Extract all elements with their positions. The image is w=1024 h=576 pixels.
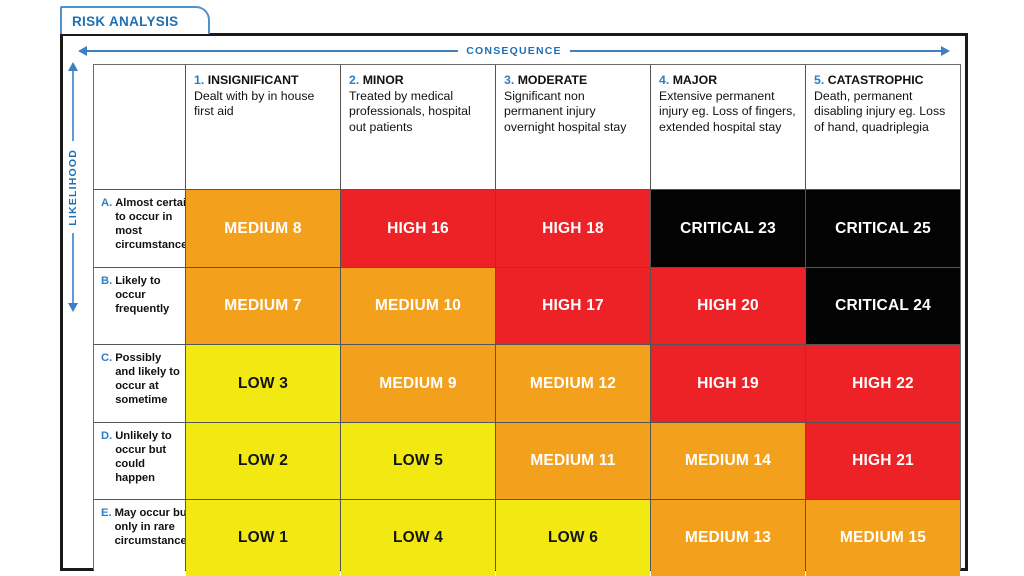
row-header-letter: A.: [101, 197, 113, 209]
column-header-title: MAJOR: [672, 73, 718, 87]
risk-cell[interactable]: MEDIUM 9: [341, 345, 495, 422]
column-header-number: 3.: [504, 73, 515, 87]
row-header-d: D. Unlikely to occur but could happen: [94, 423, 185, 499]
risk-analysis-tab-label: RISK ANALYSIS: [72, 13, 179, 29]
column-header-title: MODERATE: [517, 73, 588, 87]
risk-cell[interactable]: LOW 1: [186, 500, 340, 576]
risk-cell[interactable]: MEDIUM 7: [186, 268, 340, 344]
row-header-c: C. Possibly and likely to occur at someti…: [94, 345, 185, 422]
risk-cell[interactable]: CRITICAL 24: [806, 268, 960, 344]
column-header-number: 4.: [659, 73, 670, 87]
column-header-5: 5. CATASTROPHIC Death, permanent disablin…: [806, 65, 960, 189]
arrow-right-icon: [941, 46, 950, 56]
risk-cell[interactable]: MEDIUM 13: [651, 500, 805, 576]
row-header-text: Unlikely to occur but could happen: [115, 430, 172, 484]
column-header-description: Treated by medical professionals, hospit…: [349, 88, 471, 134]
risk-cell[interactable]: MEDIUM 10: [341, 268, 495, 344]
risk-cell[interactable]: LOW 2: [186, 423, 340, 499]
consequence-axis: CONSEQUENCE: [78, 41, 950, 61]
column-header-2: 2. MINOR Treated by medical professionals…: [341, 65, 495, 189]
risk-cell[interactable]: LOW 6: [496, 500, 650, 576]
column-header-3: 3. MODERATE Significant non permanent inj…: [496, 65, 650, 189]
arrow-up-icon: [68, 62, 78, 71]
risk-cell[interactable]: HIGH 22: [806, 345, 960, 422]
column-header-title: CATASTROPHIC: [827, 73, 924, 87]
column-header-title: INSIGNIFICANT: [207, 73, 299, 87]
axis-line-left: [87, 50, 459, 52]
column-header-description: Death, permanent disabling injury eg. Lo…: [814, 88, 946, 134]
risk-cell[interactable]: HIGH 16: [341, 190, 495, 267]
likelihood-axis-label: LIKELIHOOD: [67, 148, 79, 226]
risk-cell[interactable]: LOW 3: [186, 345, 340, 422]
risk-cell[interactable]: MEDIUM 11: [496, 423, 650, 499]
risk-cell[interactable]: HIGH 19: [651, 345, 805, 422]
column-header-description: Extensive permanent injury eg. Loss of f…: [659, 88, 796, 134]
arrow-down-icon: [68, 303, 78, 312]
vaxis-line-top: [72, 71, 74, 141]
row-header-b: B. Likely to occur frequently: [94, 268, 185, 344]
row-header-letter: B.: [101, 275, 113, 287]
risk-cell[interactable]: LOW 5: [341, 423, 495, 499]
risk-analysis-tab[interactable]: RISK ANALYSIS: [60, 6, 210, 34]
column-header-title: MINOR: [362, 73, 404, 87]
row-header-text: Likely to occur frequently: [115, 275, 170, 315]
axis-line-right: [569, 50, 941, 52]
row-header-letter: C.: [101, 352, 113, 364]
risk-cell[interactable]: MEDIUM 14: [651, 423, 805, 499]
risk-cell[interactable]: CRITICAL 25: [806, 190, 960, 267]
row-header-text: Almost certain to occur in most circumst…: [115, 197, 185, 251]
column-header-1: 1. INSIGNIFICANT Dealt with by in house f…: [186, 65, 340, 189]
likelihood-axis: LIKELIHOOD: [62, 62, 84, 312]
risk-cell[interactable]: MEDIUM 15: [806, 500, 960, 576]
risk-matrix: 1. INSIGNIFICANT Dealt with by in house f…: [93, 64, 961, 576]
risk-cell[interactable]: CRITICAL 23: [651, 190, 805, 267]
risk-cell[interactable]: MEDIUM 8: [186, 190, 340, 267]
matrix-corner: [94, 65, 185, 189]
column-header-number: 2.: [349, 73, 360, 87]
row-header-e: E.May occur but only in rare circumstanc…: [94, 500, 185, 576]
risk-cell[interactable]: HIGH 18: [496, 190, 650, 267]
row-header-letter: D.: [101, 430, 113, 442]
risk-cell[interactable]: HIGH 21: [806, 423, 960, 499]
consequence-axis-label: CONSEQUENCE: [466, 45, 562, 57]
column-header-number: 5.: [814, 73, 825, 87]
vaxis-line-bottom: [72, 233, 74, 303]
row-header-text: May occur but only in rare circumstances: [114, 507, 185, 547]
column-header-description: Dealt with by in house first aid: [194, 88, 315, 119]
row-header-text: Possibly and likely to occur at sometime: [115, 352, 180, 406]
risk-cell[interactable]: HIGH 17: [496, 268, 650, 344]
column-header-number: 1.: [194, 73, 205, 87]
row-header-letter: E.: [101, 507, 112, 519]
risk-cell[interactable]: MEDIUM 12: [496, 345, 650, 422]
column-header-description: Significant non permanent injury overnig…: [504, 88, 627, 134]
column-header-4: 4. MAJOR Extensive permanent injury eg. L…: [651, 65, 805, 189]
risk-cell[interactable]: LOW 4: [341, 500, 495, 576]
risk-cell[interactable]: HIGH 20: [651, 268, 805, 344]
row-header-a: A.Almost certain to occur in most circum…: [94, 190, 185, 267]
arrow-left-icon: [78, 46, 87, 56]
